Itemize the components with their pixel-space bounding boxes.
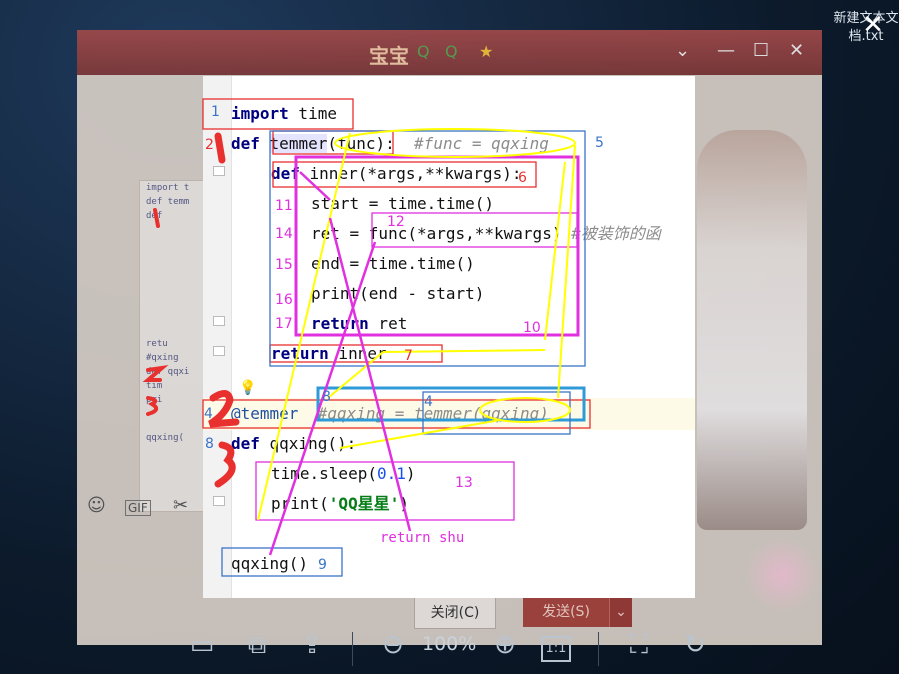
code-text: ret = func(*args,**kwargs) — [311, 224, 562, 243]
code-text: inner(*args,**kwargs): — [299, 164, 522, 183]
annotation-number: 1 — [211, 104, 220, 120]
keyword: return — [271, 344, 329, 363]
rotate-icon[interactable]: ↻ — [678, 630, 712, 660]
code-text: inner — [328, 344, 387, 363]
annotation-number: 8 — [322, 389, 331, 405]
annotation-number: 9 — [318, 557, 327, 573]
annotation-number: 13 — [455, 475, 473, 491]
keyword: import — [231, 104, 289, 123]
code-text: time — [288, 104, 337, 123]
share-icon[interactable]: ⇪ — [295, 630, 329, 660]
decorator: @temmer — [231, 404, 299, 423]
code-line-10: @temmer #qqxing = temmer(qqxing) — [231, 399, 549, 429]
chevron-down-icon[interactable]: ⌄ — [675, 40, 690, 61]
code-line-9: return inner — [271, 339, 387, 369]
toolbar-divider — [598, 632, 599, 666]
fold-marker-icon — [213, 316, 225, 326]
code-line-14: qqxing() — [231, 554, 309, 573]
zoom-out-icon[interactable]: ⊖ — [376, 630, 410, 660]
annotation-number: 6 — [518, 170, 527, 186]
qq-deco-icon: Q — [417, 42, 430, 61]
code-screenshot[interactable]: 💡 import time def temmer(func): #func = … — [203, 76, 695, 598]
close-icon[interactable]: ✕ — [789, 40, 804, 61]
annotation-number: 7 — [404, 348, 413, 364]
number-literal: 0.1 — [376, 464, 406, 483]
code-comment: #func = qqxing — [414, 134, 549, 153]
annotation-number: 14 — [275, 226, 293, 242]
code-text: ) — [405, 464, 416, 483]
code-text: ) — [399, 494, 409, 513]
annotation-number: 4 — [424, 394, 433, 410]
code-line-5: ret = func(*args,**kwargs) #被装饰的函 — [311, 219, 661, 249]
code-text: print( — [271, 494, 329, 513]
annotation-number: 16 — [275, 292, 293, 308]
code-line-7: print(end - start) — [311, 284, 485, 303]
emoji-icon[interactable]: ☺ — [87, 495, 106, 516]
lightbulb-icon: 💡 — [239, 380, 257, 396]
fit-screen-icon[interactable]: ⛶ — [622, 630, 656, 661]
toolbar-divider — [352, 632, 353, 666]
save-icon[interactable]: ▭ — [185, 630, 219, 660]
resize-icon[interactable]: ⧉ — [240, 630, 274, 661]
zoom-in-icon[interactable]: ⊕ — [488, 630, 522, 660]
code-comment: #被装饰的函 — [571, 224, 661, 243]
annotation-number: 17 — [275, 316, 293, 332]
keyword: def — [231, 134, 260, 153]
self-avatar-figure — [747, 535, 817, 615]
code-text: qqxing(): — [259, 434, 357, 453]
annotation-number: 4 — [204, 406, 213, 422]
return-note-label: return shu — [380, 530, 465, 546]
keyword: return — [311, 314, 369, 333]
code-text: time.sleep( — [271, 464, 377, 483]
actual-size-icon[interactable]: 1:1 — [541, 636, 571, 662]
maximize-icon[interactable]: ☐ — [753, 40, 769, 61]
keyword: def — [271, 164, 300, 183]
annotation-number: 11 — [275, 198, 293, 214]
code-line-8: return ret — [311, 309, 407, 339]
code-line-2: def temmer(func): #func = qqxing — [231, 129, 549, 159]
zoom-level: 100% — [422, 633, 477, 655]
function-name: temmer — [269, 134, 328, 153]
image-viewer-toolbar: ▭ ⧉ ⇪ ⊖ 100% ⊕ 1:1 ⛶ ↻ — [0, 622, 899, 674]
qq-deco-icon: Q — [445, 42, 458, 61]
annotation-number: 5 — [595, 135, 604, 151]
annotation-number: 12 — [387, 214, 405, 230]
annotation-number: 2 — [205, 137, 214, 153]
code-line-12: time.sleep(0.1) — [271, 459, 416, 489]
code-line-13: print('QQ星星') — [271, 489, 409, 519]
code-line-3: def inner(*args,**kwargs): — [271, 159, 521, 189]
minimize-icon[interactable]: — — [717, 40, 735, 61]
gif-icon[interactable]: GIF — [125, 500, 151, 516]
keyword: def — [231, 434, 260, 453]
qq-title: 宝宝 — [369, 44, 409, 68]
scissors-icon[interactable]: ✂ — [173, 495, 188, 516]
annotation-number: 8 — [205, 436, 214, 452]
contact-avatar-figure — [697, 130, 807, 530]
code-line-11: def qqxing(): — [231, 429, 356, 459]
string-literal: 'QQ星星' — [328, 494, 400, 513]
viewer-close-icon[interactable]: ✕ — [858, 10, 888, 40]
star-icon: ★ — [479, 42, 494, 61]
code-text: (func): — [327, 134, 395, 153]
fold-marker-icon — [213, 496, 225, 506]
editor-gutter — [203, 76, 232, 598]
code-comment: #qqxing = temmer(qqxing) — [317, 404, 549, 423]
code-line-1: import time — [231, 99, 337, 129]
annotation-number: 15 — [275, 257, 293, 273]
fold-marker-icon — [213, 166, 225, 176]
fold-marker-icon — [213, 346, 225, 356]
code-text: ret — [368, 314, 408, 333]
annotation-number: 10 — [523, 320, 541, 336]
code-line-6: end = time.time() — [311, 254, 475, 273]
